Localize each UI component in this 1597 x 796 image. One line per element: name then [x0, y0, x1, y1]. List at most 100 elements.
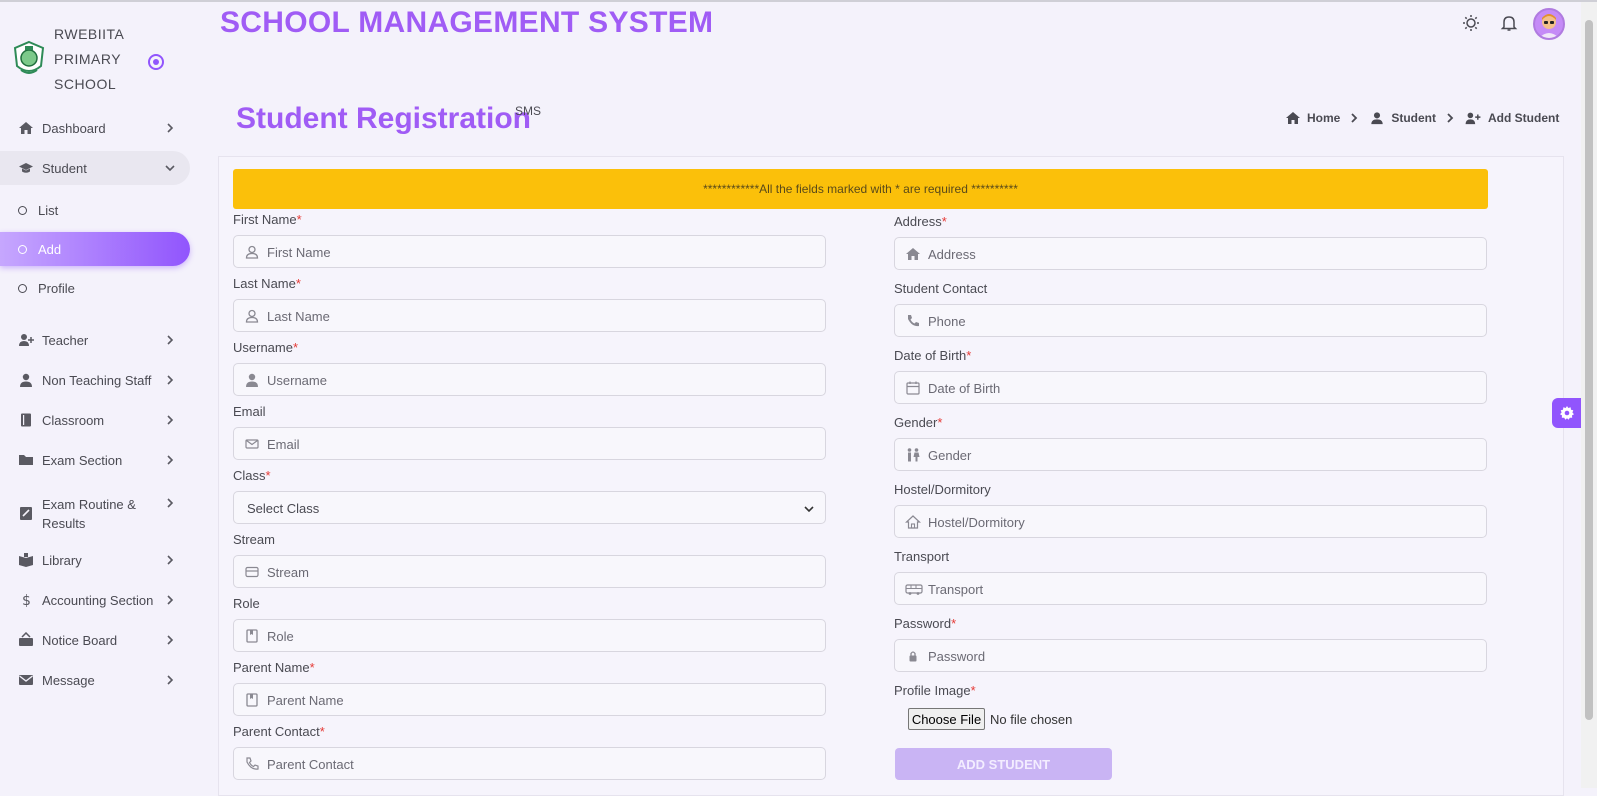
- class-select[interactable]: Select Class: [233, 491, 826, 524]
- chevron-right-icon: [1447, 113, 1454, 123]
- role-field[interactable]: Role: [233, 619, 826, 652]
- required-fields-banner: ************All the fields marked with *…: [233, 169, 1488, 209]
- phone-icon: [246, 757, 259, 770]
- date-of-birth-field[interactable]: Date of Birth: [894, 371, 1487, 404]
- address-label: Address*: [894, 214, 947, 229]
- dollar-icon: $: [22, 593, 31, 608]
- last-name-field[interactable]: Last Name: [233, 299, 826, 332]
- username-placeholder: Username: [267, 373, 327, 388]
- required-mark: *: [941, 214, 947, 229]
- sidebar-pin-toggle[interactable]: [148, 54, 164, 70]
- user-icon: [20, 373, 32, 387]
- choose-file-button[interactable]: Choose File: [908, 708, 985, 730]
- required-mark: *: [292, 340, 299, 355]
- brand[interactable]: RWEBIITA PRIMARY SCHOOL: [12, 22, 192, 102]
- password-label: Password*: [894, 616, 956, 631]
- page-scrollbar[interactable]: [1581, 2, 1597, 788]
- stream-field[interactable]: Stream: [233, 555, 826, 588]
- sidebar-item-non-teaching-staff[interactable]: Non Teaching Staff: [0, 363, 190, 397]
- student-contact-field[interactable]: Phone: [894, 304, 1487, 337]
- top-border: [0, 0, 1597, 2]
- sidebar-item-label: Teacher: [42, 332, 89, 348]
- mail-icon: [245, 439, 259, 449]
- class-select-value: Select Class: [247, 501, 320, 516]
- chevron-down-icon: [165, 165, 175, 172]
- user-plus-icon: [19, 334, 34, 346]
- required-mark: *: [966, 348, 972, 363]
- user-outline-icon: [245, 309, 259, 323]
- sidebar-item-label: Classroom: [42, 412, 105, 428]
- home-outline-icon: [905, 515, 921, 529]
- notice-board-icon: [19, 632, 33, 646]
- sidebar-item-message[interactable]: Message: [0, 663, 190, 697]
- label-text: Profile Image: [894, 683, 971, 698]
- chevron-right-icon: [167, 498, 174, 508]
- gender-field[interactable]: Gender: [894, 438, 1487, 471]
- sidebar-item-teacher[interactable]: Teacher: [0, 323, 190, 357]
- book-open-icon: [19, 553, 33, 567]
- sidebar-item-dashboard[interactable]: Dashboard: [0, 111, 190, 145]
- sidebar-subitem-profile[interactable]: Profile: [0, 271, 190, 305]
- sidebar-item-exam-section[interactable]: Exam Section: [0, 443, 190, 477]
- email-label: Email: [233, 404, 266, 419]
- user-plus-icon: [1465, 112, 1481, 125]
- bookmark-book-icon: [246, 693, 258, 707]
- sidebar-item-classroom[interactable]: Classroom: [0, 403, 190, 437]
- label-text: Email: [233, 404, 266, 419]
- address-field[interactable]: Address: [894, 237, 1487, 270]
- breadcrumb: Home Student Add Student: [1285, 110, 1559, 126]
- chevron-right-icon: [167, 123, 174, 133]
- label-text: Date of Birth: [894, 348, 967, 363]
- first-name-placeholder: First Name: [267, 245, 331, 260]
- sidebar-item-exam-routine-results[interactable]: Exam Routine & Results: [0, 493, 190, 533]
- card-icon: [245, 566, 259, 578]
- label-text: Last Name: [233, 276, 296, 291]
- sidebar-subitem-list[interactable]: List: [0, 193, 190, 227]
- gender-label: Gender*: [894, 415, 942, 430]
- theme-toggle-icon[interactable]: [1462, 14, 1480, 32]
- sidebar-item-notice-board[interactable]: Notice Board: [0, 623, 190, 657]
- hostel-field[interactable]: Hostel/Dormitory: [894, 505, 1487, 538]
- role-label: Role: [233, 596, 260, 611]
- date-of-birth-label: Date of Birth*: [894, 348, 971, 363]
- user-icon: [1371, 112, 1384, 125]
- label-text: Username: [233, 340, 293, 355]
- sidebar-item-accounting-section[interactable]: $ Accounting Section: [0, 583, 190, 617]
- first-name-field[interactable]: First Name: [233, 235, 826, 268]
- last-name-placeholder: Last Name: [267, 309, 330, 324]
- parent-contact-field[interactable]: Parent Contact: [233, 747, 826, 780]
- sidebar-subitem-label: Add: [38, 241, 62, 257]
- transport-placeholder: Transport: [928, 582, 984, 597]
- hostel-placeholder: Hostel/Dormitory: [928, 515, 1025, 530]
- password-field[interactable]: Password: [894, 639, 1487, 672]
- add-student-button[interactable]: ADD STUDENT: [895, 748, 1112, 780]
- sidebar-item-library[interactable]: Library: [0, 543, 190, 577]
- parent-name-field[interactable]: Parent Name: [233, 683, 826, 716]
- scrollbar-thumb[interactable]: [1585, 20, 1593, 720]
- breadcrumb-home[interactable]: Home: [1307, 111, 1340, 125]
- stream-label: Stream: [233, 532, 275, 547]
- label-text: Parent Name: [233, 660, 310, 675]
- sidebar-item-student[interactable]: Student: [0, 151, 190, 185]
- circle-icon: [18, 284, 27, 293]
- username-field[interactable]: Username: [233, 363, 826, 396]
- bell-icon[interactable]: [1500, 14, 1518, 32]
- chevron-right-icon: [167, 595, 174, 605]
- username-label: Username*: [233, 340, 298, 355]
- user-icon: [246, 373, 258, 387]
- parent-name-label: Parent Name*: [233, 660, 315, 675]
- sidebar-item-label: Message: [42, 672, 95, 688]
- student-contact-label: Student Contact: [894, 281, 987, 296]
- sidebar-subitem-add[interactable]: Add: [0, 232, 190, 266]
- breadcrumb-student[interactable]: Student: [1391, 111, 1436, 125]
- profile-image-label: Profile Image*: [894, 683, 976, 698]
- sidebar: RWEBIITA PRIMARY SCHOOL Dashboard Studen…: [0, 2, 200, 788]
- sidebar-item-label: Library: [42, 552, 82, 568]
- bus-icon: [905, 584, 923, 595]
- user-avatar[interactable]: [1533, 8, 1565, 40]
- email-field[interactable]: Email: [233, 427, 826, 460]
- school-crest-logo: [13, 40, 45, 74]
- label-text: Transport: [894, 549, 950, 564]
- transport-field[interactable]: Transport: [894, 572, 1487, 605]
- settings-tab[interactable]: [1552, 398, 1582, 428]
